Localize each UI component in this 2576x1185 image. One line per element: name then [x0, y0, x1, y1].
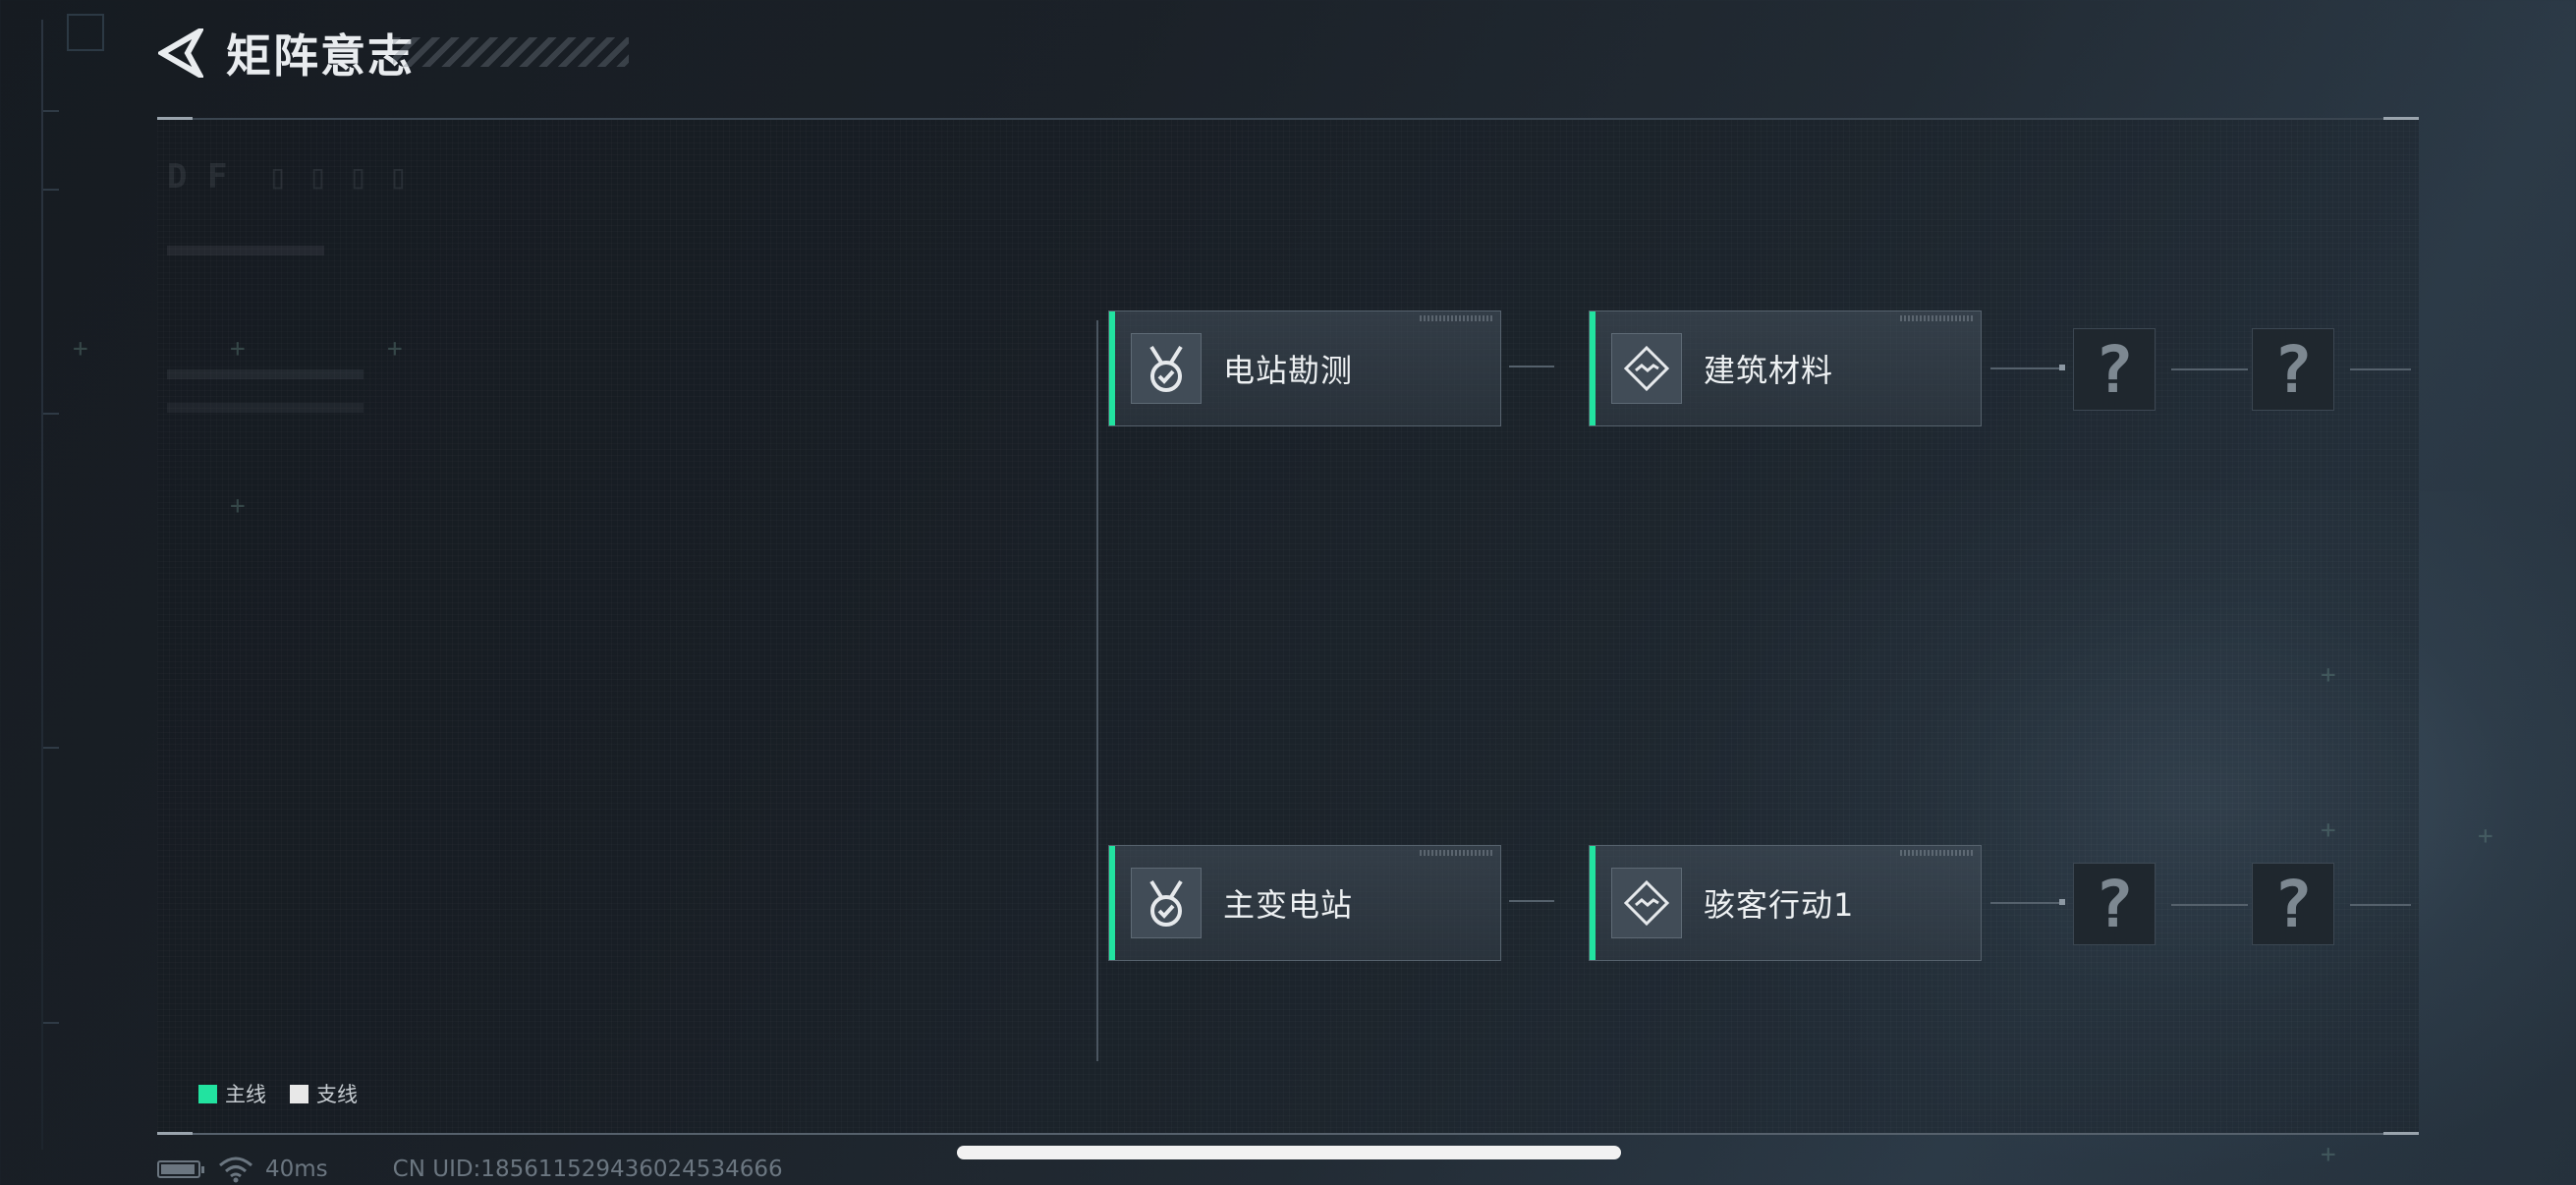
connector-line: [2171, 368, 2248, 370]
status-bar: 40ms CN UID:1856115294360245346​66: [157, 1156, 783, 1183]
rail-tick: [43, 189, 59, 191]
panel-corner: [157, 1132, 193, 1135]
rail-tick: [43, 1022, 59, 1024]
connector-line: [1990, 367, 2063, 369]
connector-dot: [2059, 899, 2065, 905]
legend-item-side: 支线: [290, 1079, 358, 1108]
locked-quest-node[interactable]: ?: [2252, 863, 2334, 945]
crosshair-decoration: +: [230, 334, 246, 364]
main-line-indicator: [1109, 846, 1115, 960]
quest-icon-box: [1131, 868, 1202, 938]
quest-node-label: 主变电站: [1223, 886, 1354, 924]
battery-icon: [157, 1160, 204, 1178]
corner-square-decoration: [67, 14, 104, 51]
page-title: 矩阵意志: [226, 29, 415, 83]
node-tag-decoration: [1420, 850, 1494, 856]
home-indicator[interactable]: [957, 1146, 1621, 1159]
connector-line: [2171, 904, 2248, 906]
crosshair-decoration: +: [2321, 1140, 2336, 1169]
locked-quest-node[interactable]: ?: [2073, 328, 2156, 411]
quest-node-label: 骇客行动1: [1704, 886, 1855, 924]
connector-line: [1990, 902, 2063, 904]
legend-swatch-main: [198, 1084, 217, 1103]
connector-dot: [2059, 365, 2065, 370]
crosshair-decoration: +: [2321, 816, 2336, 845]
node-tag-decoration: [1900, 315, 1975, 321]
connector-line: [2350, 904, 2411, 906]
quest-icon-box: [1131, 333, 1202, 404]
locked-quest-node[interactable]: ?: [2073, 863, 2156, 945]
question-mark-icon: ?: [2273, 331, 2313, 408]
question-mark-icon: ?: [2095, 331, 2134, 408]
panel-corner: [157, 117, 193, 120]
locked-quest-node[interactable]: ?: [2252, 328, 2334, 411]
diamond-chip-icon: [1623, 345, 1670, 392]
quest-node-label: 电站勘测: [1223, 352, 1354, 389]
crosshair-decoration: +: [2478, 821, 2493, 851]
page-header: 矩阵意志: [157, 26, 415, 83]
faint-line-decoration: [167, 369, 364, 379]
panel-top-border: [157, 118, 2419, 120]
rail-tick: [43, 110, 59, 112]
question-mark-icon: ?: [2273, 866, 2313, 942]
legend-swatch-side: [290, 1084, 308, 1103]
legend-label: 主线: [225, 1083, 266, 1106]
diamond-chip-icon: [1623, 879, 1670, 927]
node-tag-decoration: [1420, 315, 1494, 321]
medal-check-icon: [1149, 345, 1183, 392]
quest-node-main-substation[interactable]: 主变电站: [1108, 845, 1501, 961]
connector-line: [2350, 368, 2411, 370]
quest-node-building-materials[interactable]: 建筑材料: [1589, 310, 1982, 426]
legend-item-main: 主线: [198, 1079, 266, 1108]
question-mark-icon: ?: [2095, 866, 2134, 942]
node-tag-decoration: [1900, 850, 1975, 856]
quest-tree-panel[interactable]: [157, 118, 2419, 1134]
back-button[interactable]: [157, 28, 204, 79]
main-line-indicator: [1590, 846, 1596, 960]
main-line-indicator: [1109, 311, 1115, 425]
main-line-indicator: [1590, 311, 1596, 425]
panel-corner: [2383, 117, 2419, 120]
rail-tick: [43, 413, 59, 415]
faint-line-decoration: [167, 403, 364, 413]
connector-line: [1509, 900, 1554, 902]
rail-tick: [43, 747, 59, 749]
quest-node-hacker-operation[interactable]: 骇客行动1: [1589, 845, 1982, 961]
faint-code-decoration: D F ▯ ▯ ▯ ▯: [167, 157, 409, 197]
title-hatch-decoration: [393, 37, 629, 67]
medal-check-icon: [1149, 879, 1183, 927]
back-arrow-icon: [158, 28, 203, 78]
faint-line-decoration: [167, 246, 324, 255]
legend: 主线 支线: [198, 1079, 381, 1108]
quest-icon-box: [1611, 868, 1682, 938]
tree-trunk-line: [1096, 320, 1098, 1061]
legend-label: 支线: [316, 1083, 358, 1106]
quest-icon-box: [1611, 333, 1682, 404]
crosshair-decoration: +: [230, 491, 246, 521]
crosshair-decoration: +: [387, 334, 403, 364]
quest-node-label: 建筑材料: [1704, 352, 1834, 389]
crosshair-decoration: +: [73, 334, 88, 364]
connector-line: [1509, 366, 1554, 367]
ping-value: 40ms: [265, 1157, 328, 1182]
quest-node-power-station-survey[interactable]: 电站勘测: [1108, 310, 1501, 426]
panel-corner: [2383, 1132, 2419, 1135]
user-uid: CN UID:1856115294360245346​66: [392, 1157, 783, 1182]
crosshair-decoration: +: [2321, 660, 2336, 690]
wifi-icon: [219, 1157, 252, 1183]
panel-bottom-border: [157, 1133, 2419, 1135]
